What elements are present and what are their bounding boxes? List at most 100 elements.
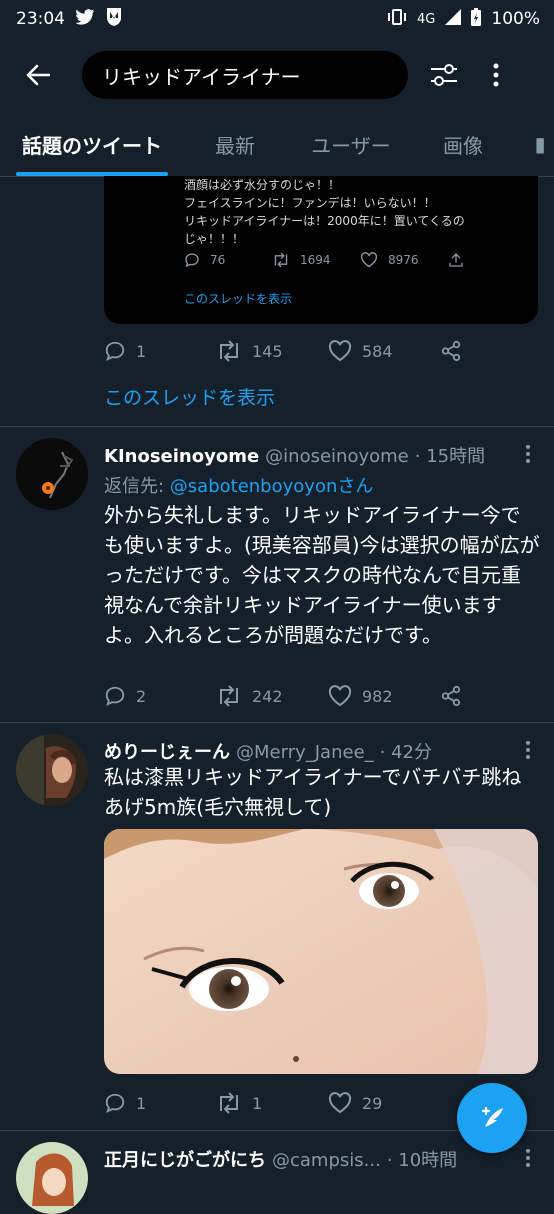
- filter-button[interactable]: [422, 53, 466, 97]
- battery-icon: [471, 7, 482, 31]
- back-button[interactable]: [18, 55, 58, 95]
- retweet-icon: [220, 1092, 238, 1114]
- like-button[interactable]: 29: [328, 1088, 440, 1118]
- quoted-share-button[interactable]: [448, 252, 478, 268]
- retweet-icon: [220, 340, 238, 362]
- sliders-icon: [431, 64, 457, 86]
- like-count: 982: [362, 686, 393, 706]
- search-header: [0, 38, 554, 112]
- retweet-button[interactable]: 1: [216, 1088, 328, 1118]
- shield-app-icon: [105, 7, 123, 32]
- search-tabs: 話題のツイート 最新 ユーザー 画像 ▮: [0, 112, 554, 177]
- share-icon: [441, 340, 461, 362]
- reply-button[interactable]: 1: [104, 336, 216, 366]
- reply-icon: [105, 686, 125, 706]
- replying-to-mention[interactable]: @sabotenboyoyonさん: [170, 476, 374, 497]
- heart-icon: [328, 685, 352, 707]
- reply-icon: [105, 1093, 125, 1113]
- tweet-text: 外から失礼します。リキッドアイライナー今でも使いますよ。(現美容部員)今は選択の…: [104, 503, 540, 647]
- avatar[interactable]: [16, 1142, 88, 1214]
- quoted-thread-link[interactable]: このスレッドを表示: [184, 290, 292, 307]
- quoted-tweet-actions: 76 1694 8976: [184, 252, 478, 268]
- compose-tweet-button[interactable]: [457, 1083, 527, 1153]
- reply-count: 2: [136, 686, 147, 706]
- username[interactable]: @campsis...: [272, 1150, 381, 1171]
- retweet-count: 1: [252, 1093, 263, 1113]
- avatar[interactable]: [16, 438, 88, 510]
- divider: [0, 722, 554, 723]
- like-count: 29: [362, 1093, 383, 1113]
- timestamp[interactable]: · 10時間: [387, 1146, 457, 1172]
- tweet-actions: 1 145 584: [104, 336, 480, 366]
- share-upload-icon: [449, 253, 463, 267]
- tweet-header: めりーじぇーん @Merry_Janee_ · 42分: [104, 738, 432, 764]
- quoted-tweet-text: 酒顔は必ず水分すのじゃ！！ フェイスラインに！ファンデは！いらない！！ リキッド…: [184, 178, 465, 246]
- divider: [0, 426, 554, 427]
- username[interactable]: @Merry_Janee_: [236, 742, 374, 763]
- heart-icon: [360, 252, 378, 268]
- compose-feather-icon: [481, 1106, 503, 1127]
- retweet-button[interactable]: 242: [216, 681, 328, 711]
- tweet-actions: 2 242 982: [104, 681, 480, 711]
- heart-icon: [328, 340, 352, 362]
- quoted-reply-count: 76: [210, 253, 226, 267]
- quoted-retweet-button[interactable]: 1694: [272, 252, 360, 268]
- tweet-more-button[interactable]: [516, 1146, 540, 1170]
- timestamp[interactable]: · 15時間: [415, 442, 485, 468]
- avatar-image: [16, 1142, 88, 1214]
- display-name[interactable]: KInoseinoyome: [104, 446, 259, 467]
- like-count: 584: [362, 341, 393, 361]
- quoted-reply-button[interactable]: 76: [184, 252, 272, 268]
- tweet-more-button[interactable]: [516, 442, 540, 466]
- avatar-image: [16, 438, 88, 510]
- overflow-menu-button[interactable]: [474, 53, 518, 97]
- replying-to: 返信先: @sabotenboyoyonさん: [104, 472, 373, 498]
- tab-top[interactable]: 話題のツイート: [16, 112, 168, 176]
- retweet-button[interactable]: 145: [216, 336, 328, 366]
- vertical-dots-icon: [526, 1149, 530, 1167]
- tweet-actions: 1 1 29: [104, 1088, 440, 1118]
- quoted-tweet-card[interactable]: 酒顔は必ず水分すのじゃ！！ フェイスラインに！ファンデは！いらない！！ リキッド…: [104, 176, 538, 324]
- eye-makeup-photo: [104, 829, 538, 1074]
- show-thread-link[interactable]: このスレッドを表示: [104, 383, 275, 410]
- search-input[interactable]: [100, 62, 390, 88]
- status-bar: 23:04 4G 100%: [0, 0, 554, 38]
- vertical-dots-icon: [526, 741, 530, 759]
- battery-level: 100%: [491, 9, 540, 29]
- tweet-photo[interactable]: [104, 829, 538, 1074]
- share-button[interactable]: [440, 681, 480, 711]
- vertical-dots-icon: [526, 445, 530, 463]
- network-label: 4G: [417, 11, 436, 27]
- display-name[interactable]: めりーじぇーん: [104, 738, 230, 764]
- tab-photos[interactable]: 画像: [440, 112, 486, 176]
- share-button[interactable]: [440, 336, 480, 366]
- tab-people[interactable]: ユーザー: [306, 112, 396, 176]
- avatar[interactable]: [16, 734, 88, 806]
- tab-latest[interactable]: 最新: [212, 112, 258, 176]
- retweet-icon: [274, 252, 288, 268]
- timestamp[interactable]: · 42分: [380, 738, 432, 764]
- reply-button[interactable]: 2: [104, 681, 216, 711]
- quoted-like-button[interactable]: 8976: [360, 252, 448, 268]
- search-box[interactable]: [82, 51, 408, 99]
- like-button[interactable]: 584: [328, 336, 440, 366]
- tweet-more-button[interactable]: [516, 738, 540, 762]
- tweet-header: KInoseinoyome @inoseinoyome · 15時間: [104, 442, 485, 468]
- status-time: 23:04: [16, 9, 65, 29]
- username[interactable]: @inoseinoyome: [265, 446, 409, 467]
- retweet-count: 242: [252, 686, 283, 706]
- display-name[interactable]: 正月にじがごがにち: [104, 1146, 266, 1172]
- reply-button[interactable]: 1: [104, 1088, 216, 1118]
- tweet-text: 私は漆黒リキッドアイライナーでバチバチ跳ねあげ5m族(毛穴無視して): [104, 765, 522, 819]
- arrow-left-icon: [26, 64, 50, 86]
- twitter-bird-icon: [75, 8, 95, 30]
- avatar-image: [16, 734, 88, 806]
- like-button[interactable]: 982: [328, 681, 440, 711]
- signal-icon: [445, 8, 462, 30]
- reply-count: 1: [136, 1093, 147, 1113]
- tab-overflow[interactable]: ▮: [530, 112, 550, 176]
- retweet-icon: [220, 685, 238, 707]
- heart-icon: [328, 1092, 352, 1114]
- reply-count: 1: [136, 341, 147, 361]
- vibrate-icon: [387, 8, 407, 30]
